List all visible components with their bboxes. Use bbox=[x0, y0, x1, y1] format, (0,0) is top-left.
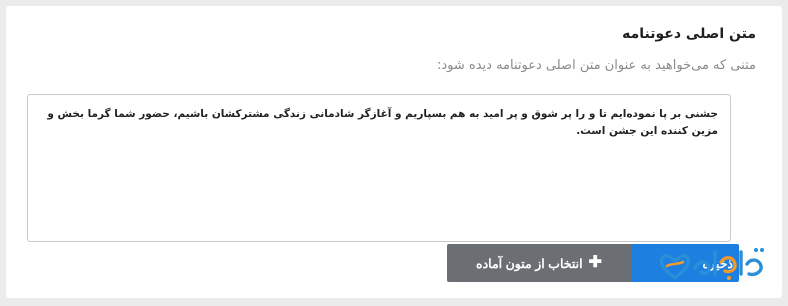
section-hint: متنی که می‌خواهید به عنوان متن اصلی دعوت… bbox=[437, 58, 756, 73]
plus-icon: ✚ bbox=[588, 254, 602, 271]
select-ready-text-button[interactable]: ✚ انتخاب از متون آماده bbox=[447, 244, 631, 282]
page: متن اصلی دعوتنامه متنی که می‌خواهید به ع… bbox=[0, 0, 788, 306]
select-ready-text-label: انتخاب از متون آماده bbox=[476, 256, 583, 271]
talar-logo bbox=[659, 248, 764, 280]
invitation-text-input[interactable]: جشنی بر پا نموده‌ایم تا و را پر شوق و پر… bbox=[27, 94, 731, 242]
section-title: متن اصلی دعوتنامه bbox=[622, 26, 756, 42]
